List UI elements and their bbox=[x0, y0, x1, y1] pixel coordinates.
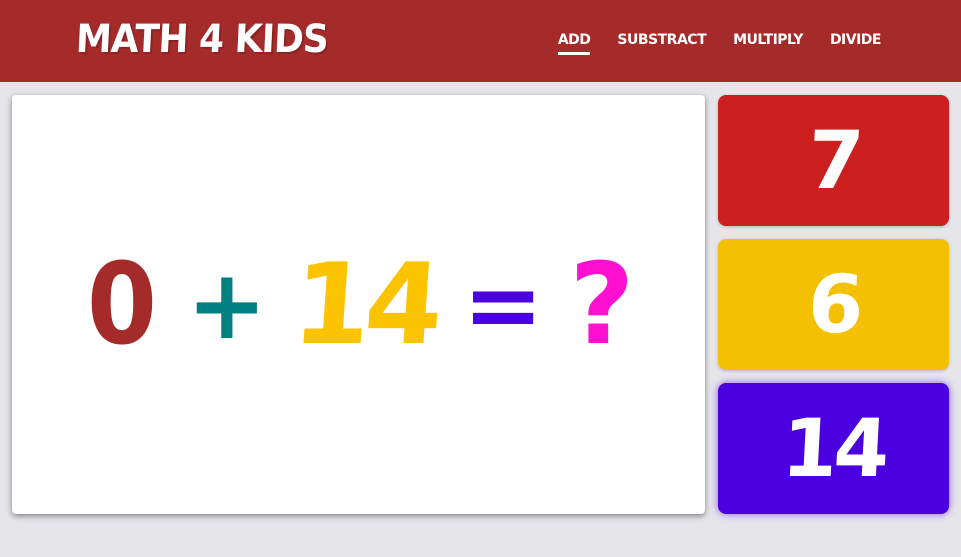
answer-option-label: 14 bbox=[779, 402, 888, 495]
operand-1: 0 bbox=[86, 239, 157, 370]
app-logo[interactable]: MATH 4 KIDS bbox=[75, 16, 329, 64]
equals-sign: = bbox=[462, 248, 544, 361]
answer-option-3[interactable]: 14 bbox=[718, 383, 949, 514]
answer-option-label: 7 bbox=[805, 114, 862, 207]
answer-option-1[interactable]: 7 bbox=[718, 95, 949, 226]
nav-item-add[interactable]: ADD bbox=[557, 30, 591, 55]
nav-item-divide[interactable]: DIVIDE bbox=[830, 30, 882, 55]
nav-item-multiply[interactable]: MULTIPLY bbox=[733, 30, 803, 55]
question-card: 0 + 14 = ? bbox=[12, 95, 705, 514]
operator-sign: + bbox=[186, 248, 268, 361]
operand-2: 14 bbox=[288, 239, 442, 370]
equation: 0 + 14 = ? bbox=[12, 95, 705, 514]
answer-option-2[interactable]: 6 bbox=[718, 239, 949, 370]
answer-option-label: 6 bbox=[805, 258, 862, 351]
unknown-answer-mark: ? bbox=[569, 239, 635, 370]
nav-item-substract[interactable]: SUBSTRACT bbox=[617, 30, 706, 55]
operation-nav: ADD SUBSTRACT MULTIPLY DIVIDE bbox=[557, 30, 882, 55]
header-bar: MATH 4 KIDS ADD SUBSTRACT MULTIPLY DIVID… bbox=[0, 0, 961, 82]
